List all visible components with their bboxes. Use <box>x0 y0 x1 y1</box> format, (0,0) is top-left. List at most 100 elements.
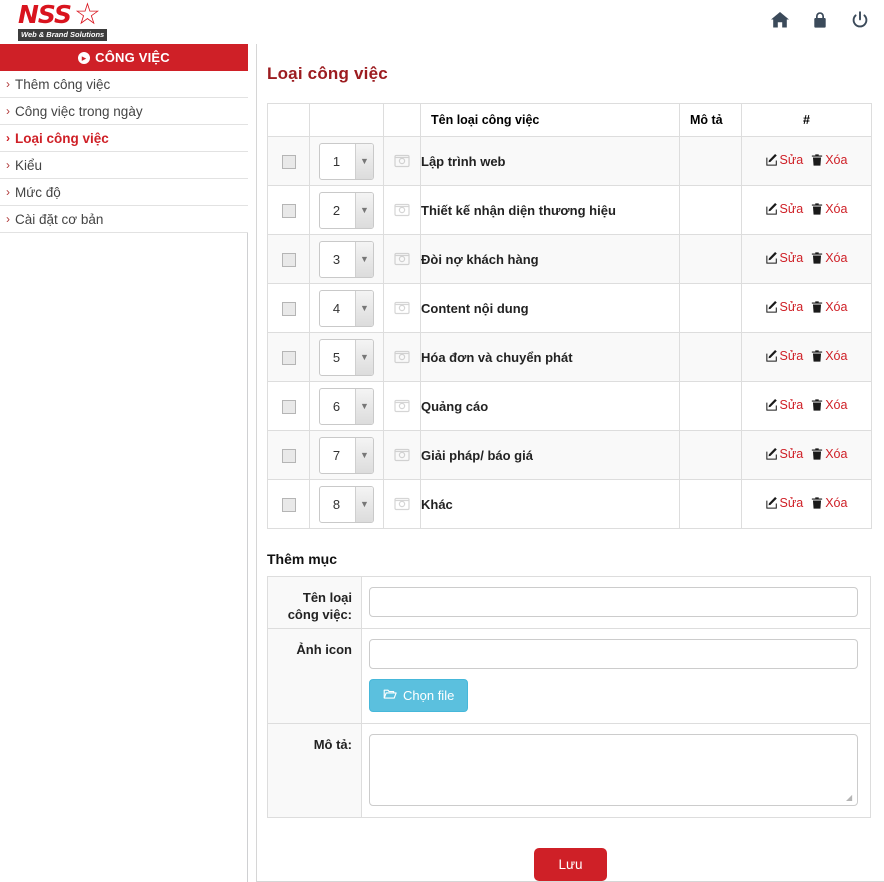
folder-open-icon <box>383 687 397 704</box>
order-select[interactable]: 4 ▼ <box>319 289 374 327</box>
chevron-right-icon: › <box>6 185 10 199</box>
edit-icon <box>765 350 778 365</box>
row-description-cell <box>679 381 742 431</box>
row-name-cell: Quảng cáo <box>420 381 680 431</box>
order-select[interactable]: 1 ▼ <box>319 142 374 180</box>
order-select[interactable]: 2 ▼ <box>319 191 374 229</box>
image-placeholder-icon <box>394 153 410 168</box>
row-actions-cell: Sửa Xóa <box>741 283 872 333</box>
sidebar-item-3[interactable]: › Kiểu <box>0 152 248 179</box>
delete-link[interactable]: Xóa <box>811 496 847 510</box>
row-actions-cell: Sửa Xóa <box>741 332 872 382</box>
delete-link[interactable]: Xóa <box>811 398 847 412</box>
row-checkbox[interactable] <box>281 399 296 414</box>
row-name-cell: Content nội dung <box>420 283 680 333</box>
delete-link[interactable]: Xóa <box>811 447 847 461</box>
edit-label: Sửa <box>779 398 804 412</box>
edit-link[interactable]: Sửa <box>765 251 804 267</box>
sidebar-item-0[interactable]: › Thêm công việc <box>0 71 248 98</box>
sidebar-nav-list: › Thêm công việc › Công việc trong ngày › Loạ… <box>0 71 248 233</box>
name-field-cell <box>361 576 871 629</box>
edit-link[interactable]: Sửa <box>765 447 803 461</box>
sidebar-item-5[interactable]: › Cài đặt cơ bản <box>0 206 248 233</box>
resize-grip-icon[interactable]: ◢ <box>846 794 854 802</box>
top-icon-group <box>770 10 870 30</box>
sidebar-item-label: Cài đặt cơ bản <box>15 211 104 227</box>
order-select[interactable]: 7 ▼ <box>319 436 374 474</box>
description-textarea[interactable]: ◢ <box>369 734 858 806</box>
row-description-cell <box>679 430 742 480</box>
image-placeholder-icon <box>394 202 410 217</box>
edit-link[interactable]: Sửa <box>765 300 804 314</box>
row-checkbox[interactable] <box>281 252 296 267</box>
table-row: 2 ▼ Thiết kế nhận diện thương hiệu Sửa Xóa <box>267 185 872 235</box>
edit-icon <box>765 497 778 512</box>
edit-label: Sửa <box>779 202 804 216</box>
chevron-right-icon: › <box>6 212 10 226</box>
col-name: Tên loại công việc <box>420 103 680 137</box>
order-select[interactable]: 3 ▼ <box>319 240 374 278</box>
sidebar-item-label: Thêm công việc <box>15 76 111 92</box>
add-item-form: Tên loại công việc: Ảnh icon Chọn file M… <box>267 576 871 818</box>
order-select[interactable]: 5 ▼ <box>319 338 374 376</box>
edit-icon <box>765 252 778 267</box>
image-placeholder-icon <box>394 349 410 364</box>
chevron-down-icon: ▼ <box>355 241 373 277</box>
edit-link[interactable]: Sửa <box>765 349 803 365</box>
save-button[interactable]: Lưu <box>534 848 607 881</box>
sidebar-item-1[interactable]: › Công việc trong ngày <box>0 98 248 125</box>
sidebar-item-label: Loại công việc <box>15 130 109 146</box>
delete-link[interactable]: Xóa <box>811 349 847 363</box>
row-checkbox[interactable] <box>281 301 296 316</box>
brand-logo[interactable]: NSS ☆ Web & Brand Solutions <box>18 0 114 42</box>
chevron-right-icon: › <box>6 158 10 172</box>
row-icon-cell <box>383 136 421 186</box>
row-order-cell: 2 ▼ <box>309 185 384 235</box>
trash-icon <box>811 154 823 169</box>
row-select-cell <box>267 381 310 431</box>
edit-link[interactable]: Sửa <box>765 496 803 512</box>
delete-link[interactable]: Xóa <box>811 300 847 314</box>
edit-label: Sửa <box>779 251 804 265</box>
row-order-cell: 1 ▼ <box>309 136 384 186</box>
home-icon[interactable] <box>770 10 790 30</box>
chevron-down-icon: ▼ <box>355 192 373 228</box>
delete-label: Xóa <box>825 251 848 265</box>
sidebar-item-4[interactable]: › Mức độ <box>0 179 248 206</box>
order-select[interactable]: 6 ▼ <box>319 387 374 425</box>
row-checkbox[interactable] <box>281 350 296 365</box>
row-checkbox[interactable] <box>281 203 296 218</box>
delete-link[interactable]: Xóa <box>811 153 847 167</box>
brand-tagline: Web & Brand Solutions <box>18 29 108 41</box>
row-icon-cell <box>383 430 421 480</box>
row-actions-cell: Sửa Xóa <box>741 185 872 235</box>
edit-link[interactable]: Sửa <box>765 398 804 414</box>
row-order-cell: 4 ▼ <box>309 283 384 333</box>
row-select-cell <box>267 185 310 235</box>
row-checkbox[interactable] <box>281 497 296 512</box>
sidebar-item-2[interactable]: › Loại công việc <box>0 125 248 152</box>
icon-path-input[interactable] <box>369 639 858 669</box>
row-order-cell: 3 ▼ <box>309 234 384 284</box>
edit-label: Sửa <box>779 300 804 314</box>
row-checkbox[interactable] <box>281 154 296 169</box>
job-type-table: Tên loại công việc Mô tả # 1 ▼ Lập trình w… <box>267 103 872 529</box>
table-row: 8 ▼ Khác Sửa Xóa <box>267 479 872 529</box>
edit-icon <box>765 399 778 414</box>
col-select <box>267 103 310 137</box>
delete-link[interactable]: Xóa <box>811 202 847 216</box>
choose-file-button[interactable]: Chọn file <box>369 679 469 712</box>
job-type-name-input[interactable] <box>369 587 858 617</box>
col-description: Mô tả <box>679 103 742 137</box>
edit-link[interactable]: Sửa <box>765 202 804 216</box>
order-select[interactable]: 8 ▼ <box>319 485 374 523</box>
trash-icon <box>811 497 823 512</box>
sidebar-header-label: CÔNG VIỆC <box>95 50 170 65</box>
delete-link[interactable]: Xóa <box>811 251 847 265</box>
order-select-value: 1 <box>332 153 341 169</box>
edit-link[interactable]: Sửa <box>765 153 803 167</box>
power-icon[interactable] <box>850 10 870 30</box>
lock-icon[interactable] <box>810 10 830 30</box>
row-checkbox[interactable] <box>281 448 296 463</box>
row-actions-cell: Sửa Xóa <box>741 234 872 284</box>
